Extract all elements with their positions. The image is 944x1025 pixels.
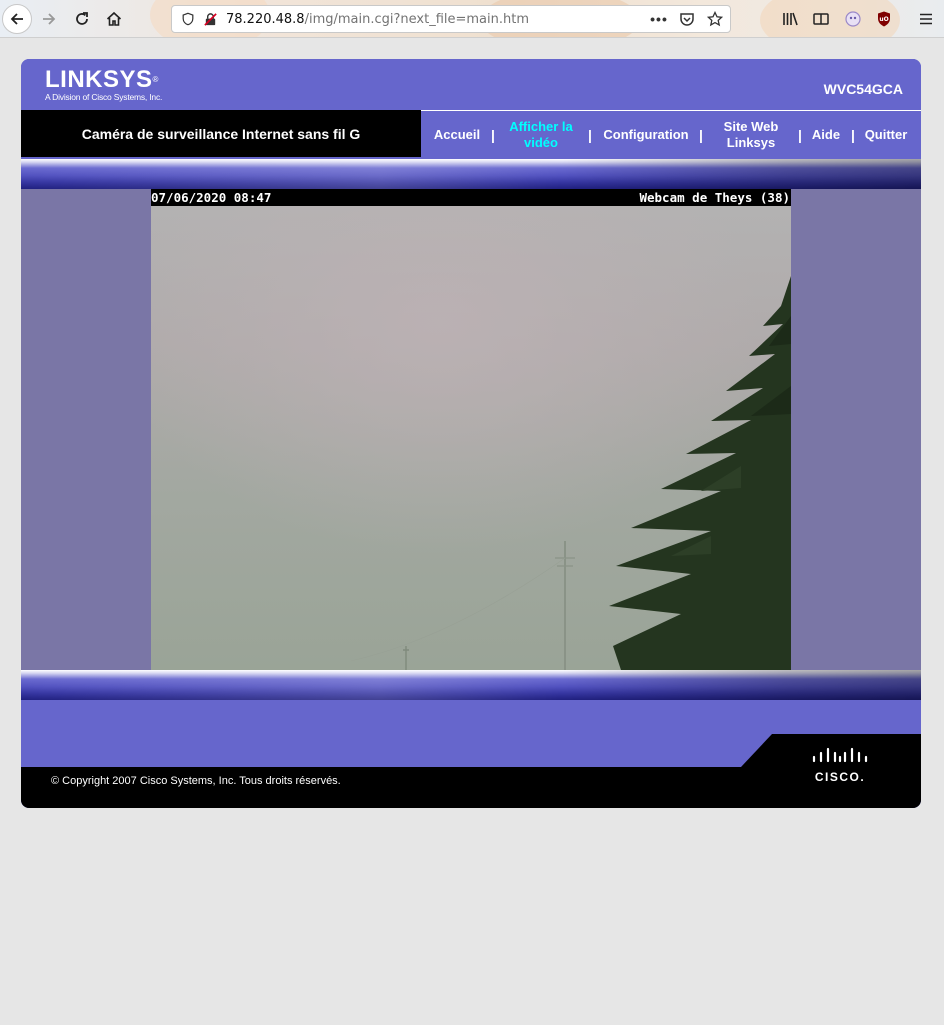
menu-item-site-web-linksys[interactable]: Site Web Linksys — [715, 111, 787, 158]
menu-item-afficher-video[interactable]: Afficher la vidéo — [504, 111, 578, 158]
menu-separator: | — [699, 126, 703, 143]
url-bar[interactable]: 78.220.48.8/img/main.cgi?next_file=main.… — [171, 5, 731, 33]
video-overlay-bar: 07/06/2020 08:47 Webcam de Theys (38) — [151, 189, 791, 206]
reload-icon — [76, 12, 88, 25]
back-icon — [10, 13, 23, 25]
copyright-text: © Copyright 2007 Cisco Systems, Inc. Tou… — [51, 775, 341, 787]
page-header: LINKSYS® A Division of Cisco Systems, In… — [21, 59, 921, 110]
ublock-icon[interactable]: uO — [873, 8, 895, 30]
product-title: Caméra de surveillance Internet sans fil… — [21, 110, 421, 157]
menu-separator: | — [491, 126, 495, 143]
navigation-row: Caméra de surveillance Internet sans fil… — [21, 110, 921, 157]
bookmark-star-icon[interactable] — [706, 10, 724, 28]
library-icon[interactable] — [779, 8, 801, 30]
more-icon[interactable]: ••• — [650, 10, 668, 28]
video-caption: Webcam de Theys (38) — [639, 190, 790, 205]
cisco-logo: CISCO. — [811, 747, 869, 784]
decorative-band-top — [21, 159, 921, 189]
menu-item-quitter[interactable]: Quitter — [863, 111, 909, 158]
forward-icon — [43, 13, 56, 25]
menu-item-accueil[interactable]: Accueil — [429, 111, 485, 158]
page-footer: © Copyright 2007 Cisco Systems, Inc. Tou… — [21, 702, 921, 808]
model-number: WVC54GCA — [823, 81, 903, 97]
shield-icon[interactable] — [180, 11, 196, 27]
menu-separator: | — [588, 126, 592, 143]
video-area: 07/06/2020 08:47 Webcam de Theys (38) — [21, 189, 921, 670]
decorative-band-bottom — [21, 670, 921, 700]
main-menu: Accueil | Afficher la vidéo | Configurat… — [421, 110, 921, 157]
insecure-lock-icon[interactable] — [202, 11, 218, 27]
camera-page: LINKSYS® A Division of Cisco Systems, In… — [21, 59, 921, 808]
menu-separator: | — [798, 126, 802, 143]
menu-icon[interactable] — [915, 8, 937, 30]
webcam-image — [151, 206, 791, 670]
footer-bar — [21, 767, 921, 808]
webcam-video[interactable]: 07/06/2020 08:47 Webcam de Theys (38) — [151, 189, 791, 670]
cisco-wordmark: CISCO. — [814, 770, 866, 784]
menu-item-configuration[interactable]: Configuration — [601, 111, 691, 158]
logo-registered-mark: ® — [152, 75, 159, 84]
back-button[interactable] — [2, 4, 32, 34]
logo-subtitle: A Division of Cisco Systems, Inc. — [45, 92, 163, 102]
home-icon — [106, 11, 122, 26]
menu-separator: | — [851, 126, 855, 143]
reader-icon[interactable] — [810, 8, 832, 30]
browser-toolbar: 78.220.48.8/img/main.cgi?next_file=main.… — [0, 0, 944, 38]
svg-text:uO: uO — [879, 16, 888, 23]
linksys-logo: LINKSYS® A Division of Cisco Systems, In… — [45, 68, 162, 103]
forward-button[interactable] — [34, 4, 64, 34]
reload-button[interactable] — [67, 4, 97, 34]
logo-text: LINKSYS — [45, 66, 153, 93]
video-timestamp: 07/06/2020 08:47 — [151, 190, 272, 205]
url-text[interactable]: 78.220.48.8/img/main.cgi?next_file=main.… — [226, 12, 529, 27]
pocket-icon[interactable] — [678, 10, 696, 28]
cisco-bars-icon — [812, 747, 868, 763]
home-button[interactable] — [99, 4, 129, 34]
extension-icon[interactable] — [842, 8, 864, 30]
menu-item-aide[interactable]: Aide — [809, 111, 843, 158]
